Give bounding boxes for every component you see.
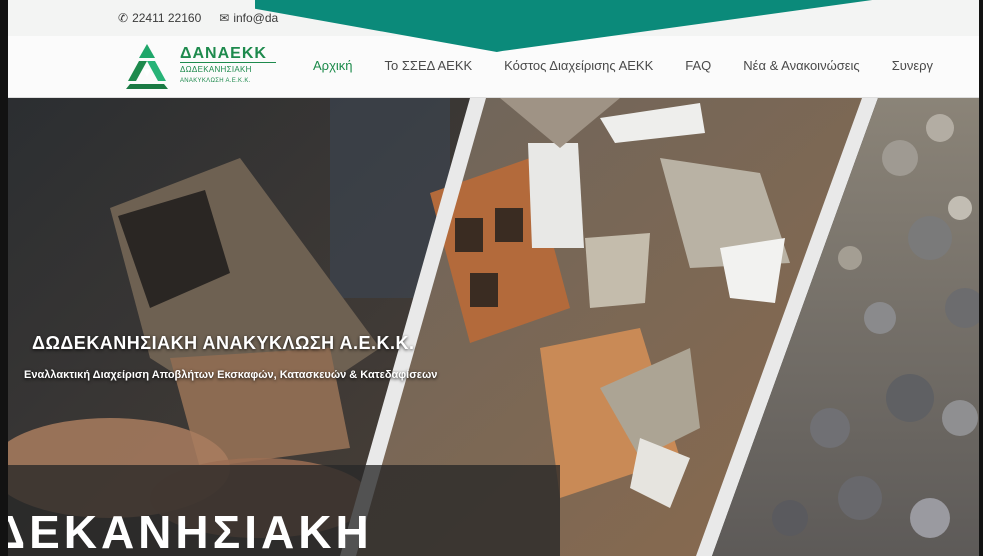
- phone-number: 22411 22160: [132, 11, 202, 25]
- hero-subtitle: Εναλλακτική Διαχείριση Αποβλήτων Εκσκαφώ…: [24, 369, 438, 381]
- contact-info: ✆ 22411 22160 ✉ info@da: [118, 11, 278, 25]
- email-address: info@da: [233, 11, 279, 25]
- logo-subtitle-small: ΑΝΑΚΥΚΛΩΣΗ Α.Ε.Κ.Κ.: [180, 78, 251, 84]
- left-edge: [0, 0, 8, 556]
- hero-slider: ΔΩΔΕΚΑΝΗΣΙΑΚΗ ΑΝΑΚΥΚΛΩΣΗ Α.Ε.Κ.Κ. Εναλλα…: [0, 98, 983, 556]
- recycle-logo-icon: [126, 44, 168, 89]
- site-logo[interactable]: ΔΑΝΑΕΚΚ ΔΩΔΕΚΑΝΗΣΙΑΚΗ ΑΝΑΚΥΚΛΩΣΗ Α.Ε.Κ.Κ…: [122, 41, 278, 93]
- logo-divider: [180, 62, 276, 63]
- contact-email[interactable]: ✉ info@da: [219, 11, 278, 25]
- hero-title: ΔΩΔΕΚΑΝΗΣΙΑΚΗ ΑΝΑΚΥΚΛΩΣΗ Α.Ε.Κ.Κ.: [32, 333, 415, 353]
- main-menu: Αρχική Το ΣΣΕΔ ΑΕΚΚ Κόστος Διαχείρισης Α…: [313, 58, 965, 73]
- right-edge: [979, 0, 983, 556]
- envelope-icon: ✉: [219, 11, 230, 25]
- logo-name: ΔΑΝΑΕΚΚ: [180, 45, 267, 62]
- phone-icon: ✆: [118, 11, 129, 25]
- logo-subtitle: ΔΩΔΕΚΑΝΗΣΙΑΚΗ: [180, 65, 252, 74]
- nav-item-partners[interactable]: Συνεργ: [892, 58, 933, 73]
- nav-item-news[interactable]: Νέα & Ανακοινώσεις: [743, 58, 859, 73]
- section-heading-panel: ΔΕΚΑΝΗΣΙΑΚΗ: [0, 465, 560, 556]
- section-heading: ΔΕΚΑΝΗΣΙΑΚΗ: [0, 506, 373, 556]
- nav-item-home[interactable]: Αρχική: [313, 58, 353, 73]
- nav-item-ssed[interactable]: Το ΣΣΕΔ ΑΕΚΚ: [385, 58, 473, 73]
- nav-item-cost[interactable]: Κόστος Διαχείρισης ΑΕΚΚ: [504, 58, 653, 73]
- nav-item-faq[interactable]: FAQ: [685, 58, 711, 73]
- page-frame: ✆ 22411 22160 ✉ info@da ΔΑΝΑΕΚΚ ΔΩΔΕΚΑΝΗΣΙ…: [0, 0, 983, 556]
- contact-phone[interactable]: ✆ 22411 22160: [118, 11, 201, 25]
